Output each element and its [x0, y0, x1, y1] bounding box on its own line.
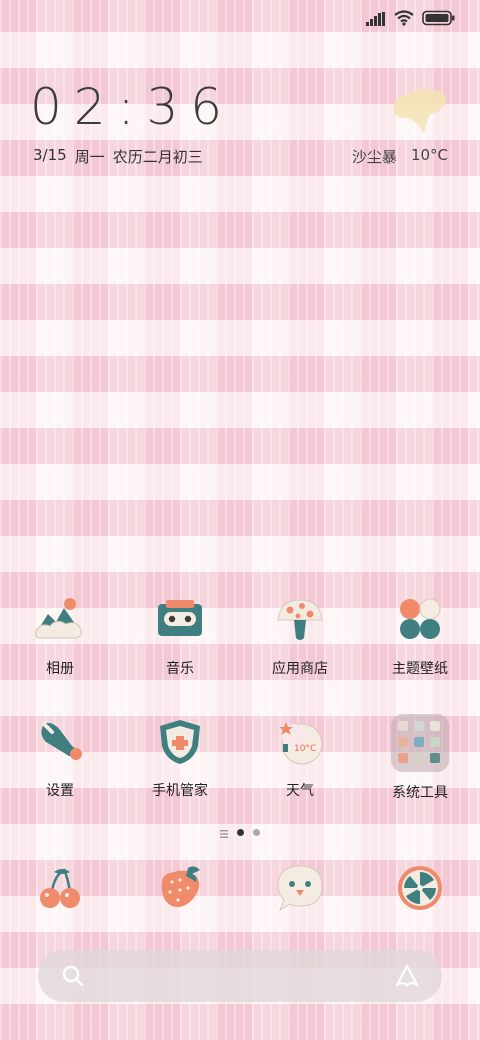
- app-row-2: 设置 手机管家 10°C 天气 系统工具: [0, 714, 480, 802]
- photo-mountain-icon: [32, 592, 88, 648]
- weekday-text: 周一: [74, 148, 105, 166]
- dock-app-4[interactable]: [360, 860, 480, 916]
- orange-slice-icon: [392, 860, 448, 916]
- weather-widget[interactable]: 沙尘暴 10°C: [352, 146, 448, 167]
- app-store[interactable]: 应用商店: [240, 592, 360, 678]
- cellular-signal-icon: [366, 11, 386, 30]
- date-line[interactable]: 3/15 周一 农历二月初三: [33, 146, 203, 167]
- app-label: 天气: [286, 783, 314, 799]
- clock-time[interactable]: 02:36: [30, 78, 234, 136]
- dock-app-3[interactable]: [240, 860, 360, 916]
- shield-icon: [152, 714, 208, 770]
- app-phone-manager[interactable]: 手机管家: [120, 714, 240, 802]
- strawberry-icon: [152, 860, 208, 916]
- app-folder-system-tools[interactable]: 系统工具: [360, 714, 480, 802]
- app-gallery[interactable]: 相册: [0, 592, 120, 678]
- weather-temperature: 10°C: [410, 146, 448, 164]
- menu-lines-icon: [220, 823, 228, 842]
- four-circles-icon: [392, 592, 448, 648]
- page-dot[interactable]: [253, 829, 260, 836]
- app-label: 应用商店: [272, 661, 328, 677]
- app-weather[interactable]: 10°C 天气: [240, 714, 360, 802]
- wifi-icon: [394, 10, 414, 30]
- chat-bubble-icon: [272, 860, 328, 916]
- cherry-icon: [32, 860, 88, 916]
- search-bar[interactable]: [38, 950, 442, 1002]
- battery-icon: [422, 10, 456, 30]
- dock-app-1[interactable]: [0, 860, 120, 916]
- app-label: 系统工具: [392, 785, 448, 801]
- app-label: 设置: [46, 783, 74, 799]
- weather-condition: 沙尘暴: [351, 148, 397, 166]
- app-label: 相册: [46, 661, 74, 677]
- weather-badge: 10°C: [294, 744, 317, 754]
- date-text: 3/15: [33, 146, 67, 164]
- app-music[interactable]: 音乐: [120, 592, 240, 678]
- page-indicator[interactable]: [0, 823, 480, 842]
- mushroom-icon: [272, 592, 328, 648]
- moon-weather-icon: 10°C: [272, 714, 328, 770]
- app-themes[interactable]: 主题壁纸: [360, 592, 480, 678]
- search-icon[interactable]: [62, 965, 84, 991]
- app-label: 手机管家: [152, 783, 208, 799]
- dock-app-2[interactable]: [120, 860, 240, 916]
- app-label: 主题壁纸: [392, 661, 448, 677]
- assistant-icon[interactable]: [394, 963, 420, 993]
- dock: [0, 860, 480, 916]
- wrench-icon: [32, 714, 88, 770]
- folder-icon: [391, 714, 449, 772]
- app-label: 音乐: [166, 661, 194, 677]
- cloud-icon[interactable]: [388, 84, 450, 140]
- app-settings[interactable]: 设置: [0, 714, 120, 802]
- lunar-date-text: 农历二月初三: [112, 148, 203, 166]
- status-bar: [366, 10, 456, 30]
- app-row-1: 相册 音乐 应用商店 主题壁纸: [0, 592, 480, 678]
- page-dot-active[interactable]: [237, 829, 244, 836]
- cassette-icon: [152, 592, 208, 648]
